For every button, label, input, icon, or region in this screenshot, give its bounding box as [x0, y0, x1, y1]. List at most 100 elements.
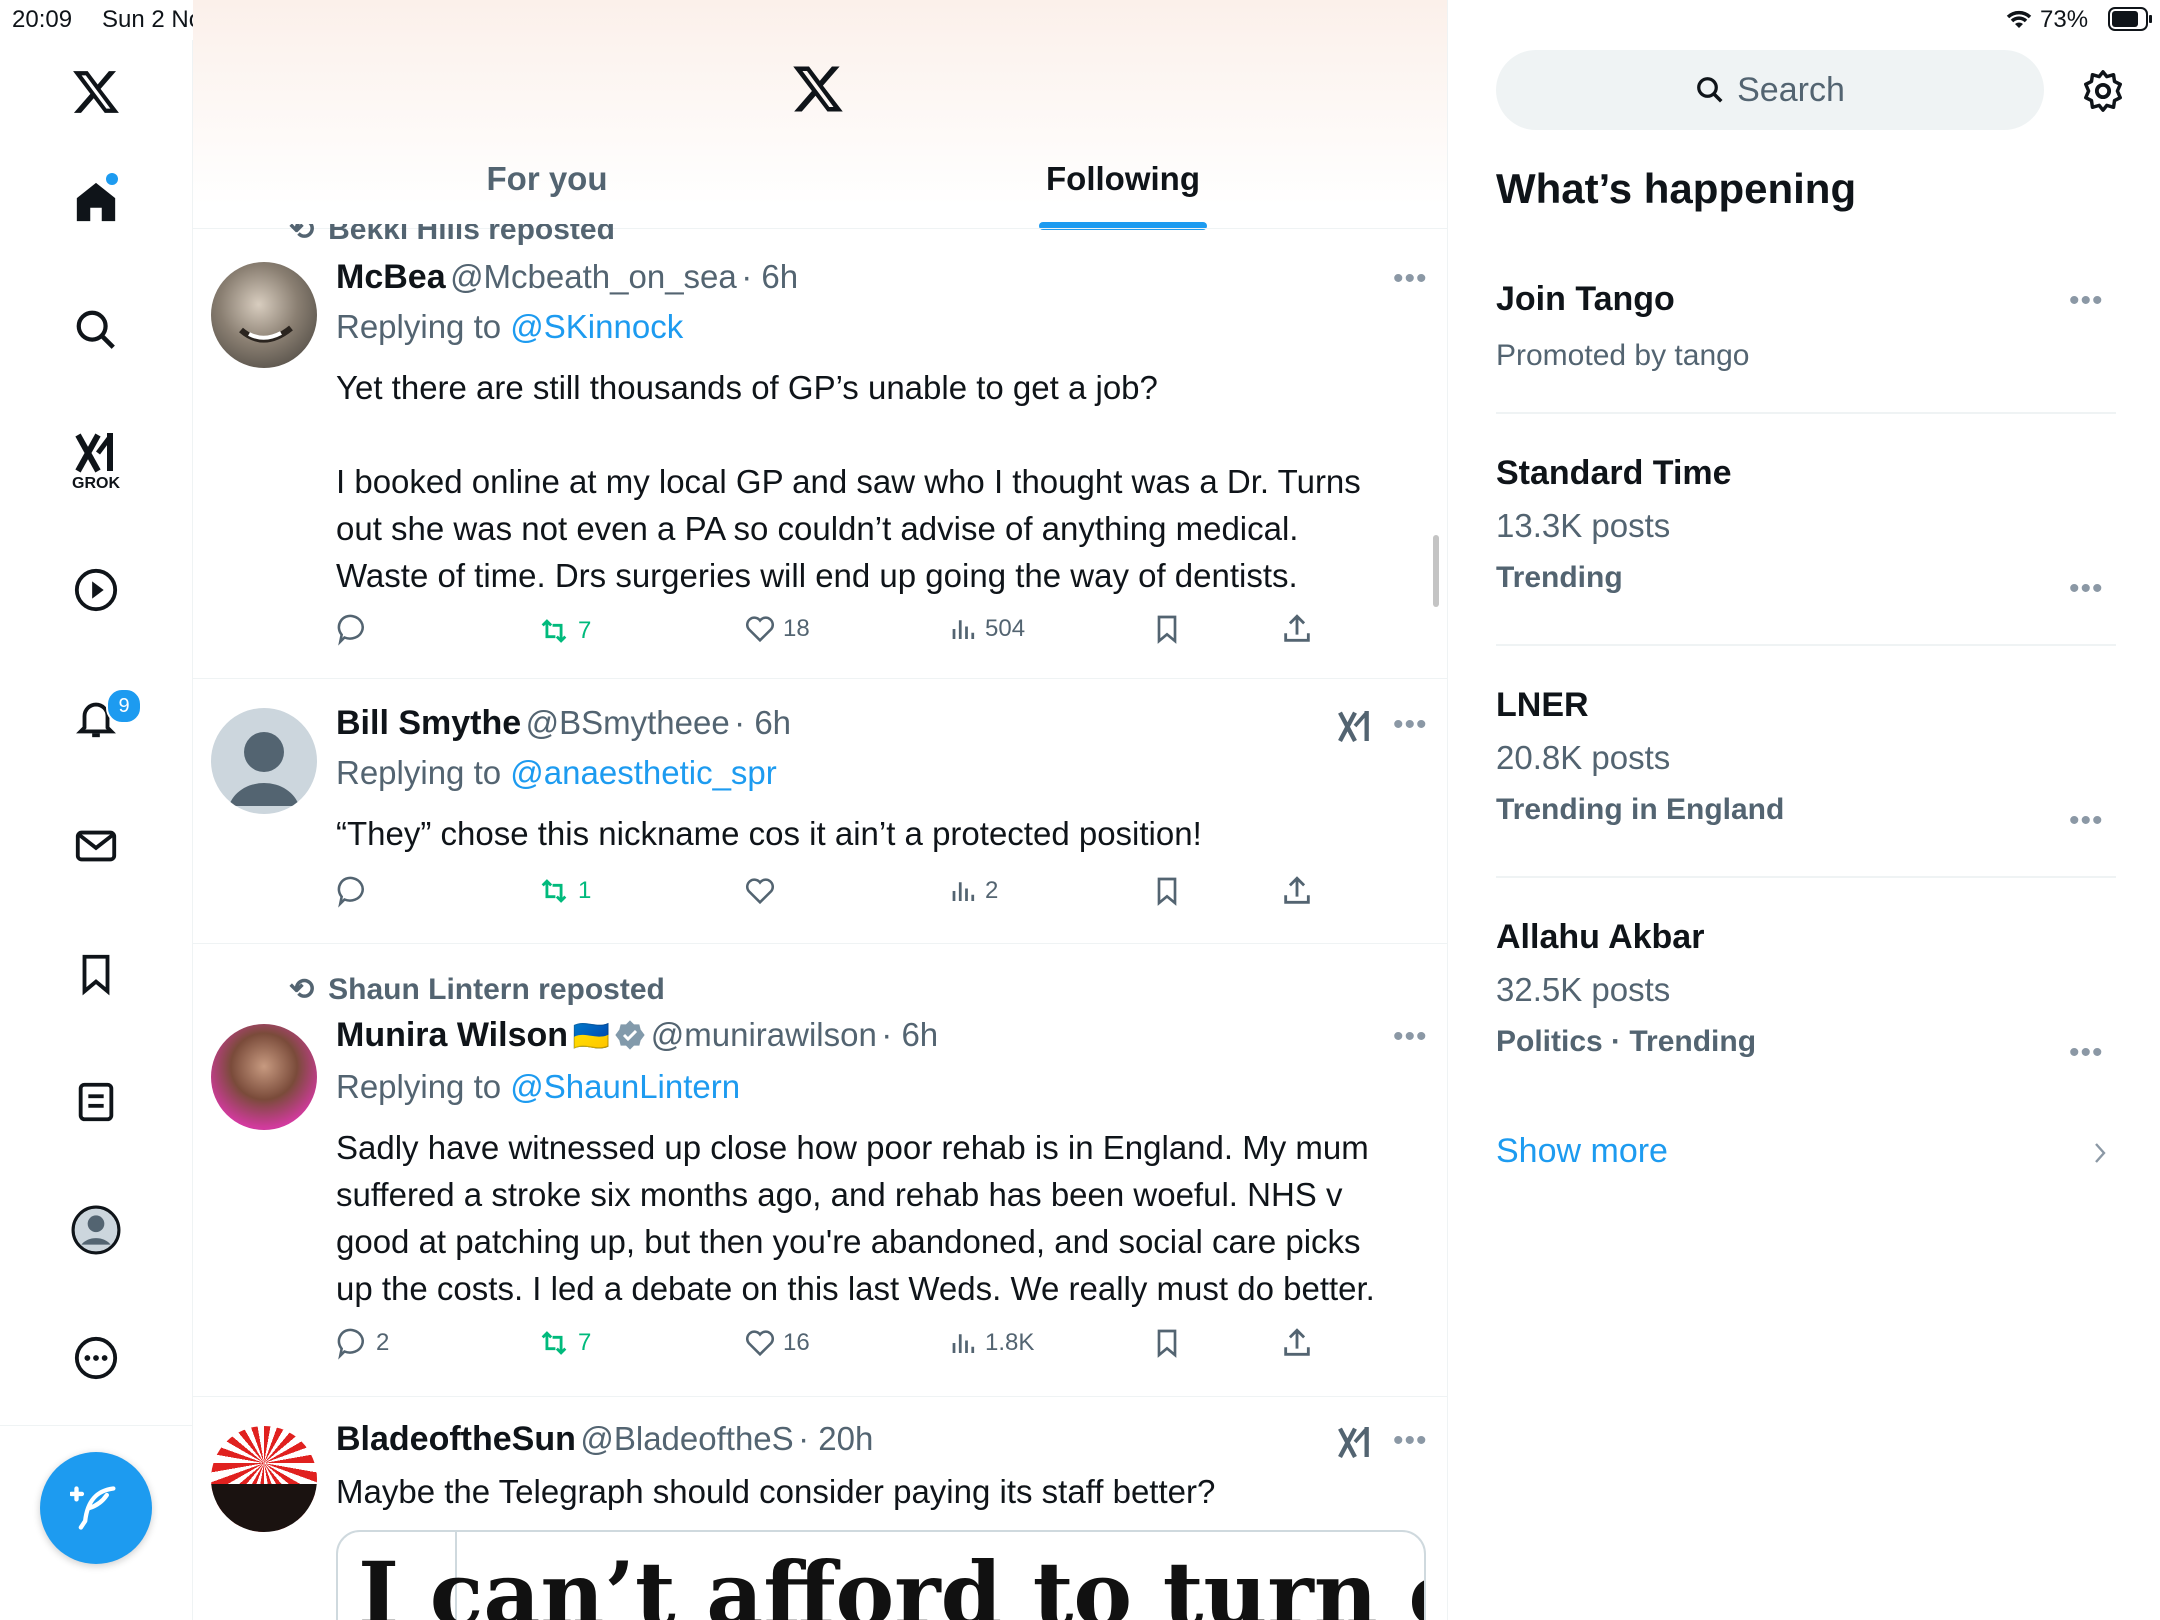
post-text: “They” chose this nickname cos it ain’t …: [336, 815, 1202, 852]
avatar[interactable]: [211, 1426, 317, 1532]
compose-feather-icon: [70, 1486, 116, 1530]
post-time[interactable]: · 20h: [798, 1420, 873, 1457]
replying-to-link[interactable]: @SKinnock: [510, 308, 683, 345]
author-handle[interactable]: @munirawilson: [651, 1016, 877, 1053]
bookmarks-nav-icon[interactable]: [64, 942, 128, 1006]
timeline-column: For you Following ⟲ Bekki Hills reposted …: [193, 0, 1448, 1620]
like-count: 16: [783, 1329, 810, 1356]
repost-button[interactable]: 1: [536, 874, 591, 908]
repost-indicator-icon: ⟲: [289, 973, 315, 1006]
trend-item[interactable]: Join Tango Promoted by tango: [1496, 280, 2116, 373]
author-name[interactable]: McBea: [336, 258, 446, 296]
like-button[interactable]: 16: [743, 1326, 810, 1360]
views-button[interactable]: 1.8K: [949, 1328, 1034, 1358]
grok-nav-icon[interactable]: GROK: [64, 420, 128, 504]
trend-item[interactable]: Standard Time 13.3K posts Trending: [1496, 454, 2116, 595]
notification-badge: 9: [106, 688, 142, 724]
views-button[interactable]: 2: [949, 876, 998, 906]
repost-button[interactable]: 7: [536, 1326, 591, 1360]
author-handle[interactable]: @BSmytheee: [526, 704, 730, 741]
verified-badge-icon: [615, 1020, 645, 1050]
trend-item[interactable]: Allahu Akbar 32.5K posts Politics · Tren…: [1496, 918, 2116, 1059]
replying-to-link[interactable]: @anaesthetic_spr: [510, 754, 776, 791]
repost-button[interactable]: 7: [536, 614, 591, 648]
trend-more-icon[interactable]: •••: [2069, 284, 2104, 318]
trend-item[interactable]: LNER 20.8K posts Trending in England: [1496, 686, 2116, 827]
reply-button[interactable]: 2: [336, 1326, 389, 1360]
status-time: 20:09: [12, 6, 73, 33]
messages-icon[interactable]: [64, 814, 128, 878]
right-sidebar: Search What’s happening Join Tango Promo…: [1448, 0, 2160, 1620]
post-text: Sadly have witnessed up close how poor r…: [336, 1129, 1375, 1307]
tab-following[interactable]: Following: [973, 160, 1273, 230]
post-more-icon[interactable]: •••: [1393, 262, 1428, 296]
x-logo-icon[interactable]: [64, 60, 128, 124]
search-nav-icon[interactable]: [64, 298, 128, 362]
reposted-by: ⟲ Shaun Lintern reposted: [289, 973, 665, 1006]
more-options-icon[interactable]: [64, 1326, 128, 1390]
like-button[interactable]: [743, 874, 777, 908]
post-header: BladeoftheSun @BladeoftheS · 20h: [336, 1420, 873, 1459]
replying-to: Replying to @anaesthetic_spr: [336, 754, 777, 791]
show-more-link[interactable]: Show more: [1496, 1132, 1668, 1171]
search-placeholder: Search: [1737, 70, 1845, 109]
repost-count: 7: [578, 1329, 592, 1356]
home-icon[interactable]: [64, 170, 128, 234]
post-more-icon[interactable]: •••: [1393, 1020, 1428, 1054]
post-time[interactable]: · 6h: [734, 704, 791, 741]
repost-count: 1: [578, 877, 592, 904]
views-icon: [952, 882, 975, 901]
author-name[interactable]: BladeoftheSun: [336, 1420, 576, 1458]
author-name[interactable]: Bill Smythe: [336, 704, 521, 742]
compose-post-button[interactable]: [40, 1452, 152, 1564]
share-button[interactable]: [1280, 1326, 1314, 1360]
author-handle[interactable]: @Mcbeath_on_sea: [450, 258, 737, 295]
trend-more-icon[interactable]: •••: [2069, 804, 2104, 838]
author-name[interactable]: Munira Wilson: [336, 1016, 568, 1054]
share-icon: [1284, 1328, 1310, 1356]
author-handle[interactable]: @BladeoftheS: [580, 1420, 793, 1457]
tab-for-you[interactable]: For you: [397, 160, 697, 230]
bookmark-button[interactable]: [1151, 1326, 1183, 1360]
scrollbar[interactable]: [1433, 535, 1439, 607]
reply-count: 2: [376, 1329, 390, 1356]
replying-to-link[interactable]: @ShaunLintern: [510, 1068, 740, 1105]
image-headline: I can’t afford to turn on my: [358, 1542, 1424, 1620]
avatar[interactable]: [211, 708, 317, 814]
bookmark-button[interactable]: [1151, 874, 1183, 908]
post-time[interactable]: · 6h: [741, 258, 798, 295]
post-header: Munira Wilson 🇺🇦 @munirawilson · 6h: [336, 1016, 938, 1055]
post-time[interactable]: · 6h: [881, 1016, 938, 1053]
views-icon: [952, 620, 975, 639]
share-button[interactable]: [1280, 612, 1314, 646]
views-count: 1.8K: [985, 1329, 1035, 1356]
share-icon: [1284, 614, 1310, 642]
post-more-icon[interactable]: •••: [1393, 708, 1428, 742]
reply-button[interactable]: [336, 874, 370, 908]
grok-explain-icon[interactable]: [1335, 706, 1375, 746]
repost-icon: [541, 619, 567, 643]
bookmark-button[interactable]: [1151, 612, 1183, 646]
views-button[interactable]: 504: [949, 614, 1025, 644]
rail-divider: [0, 1425, 192, 1426]
avatar[interactable]: [211, 1024, 317, 1130]
grok-explain-icon[interactable]: [1335, 1422, 1375, 1462]
like-button[interactable]: 18: [743, 612, 810, 646]
settings-gear-icon[interactable]: [2080, 68, 2126, 119]
share-icon: [1284, 876, 1310, 904]
post-more-icon[interactable]: •••: [1393, 1424, 1428, 1458]
post-image[interactable]: I can’t afford to turn on my: [336, 1530, 1426, 1620]
avatar[interactable]: [211, 262, 317, 368]
search-input[interactable]: Search: [1496, 50, 2044, 130]
profile-avatar-icon[interactable]: [64, 1198, 128, 1262]
share-button[interactable]: [1280, 874, 1314, 908]
lists-icon[interactable]: [64, 1070, 128, 1134]
trend-more-icon[interactable]: •••: [2069, 572, 2104, 606]
grok-label: GROK: [72, 475, 120, 492]
chevron-right-icon[interactable]: [2088, 1138, 2112, 1173]
reply-button[interactable]: [336, 612, 370, 646]
video-icon[interactable]: [64, 558, 128, 622]
trend-more-icon[interactable]: •••: [2069, 1036, 2104, 1070]
post-text: Yet there are still thousands of GP’s un…: [336, 369, 1361, 594]
views-count: 2: [985, 877, 999, 904]
